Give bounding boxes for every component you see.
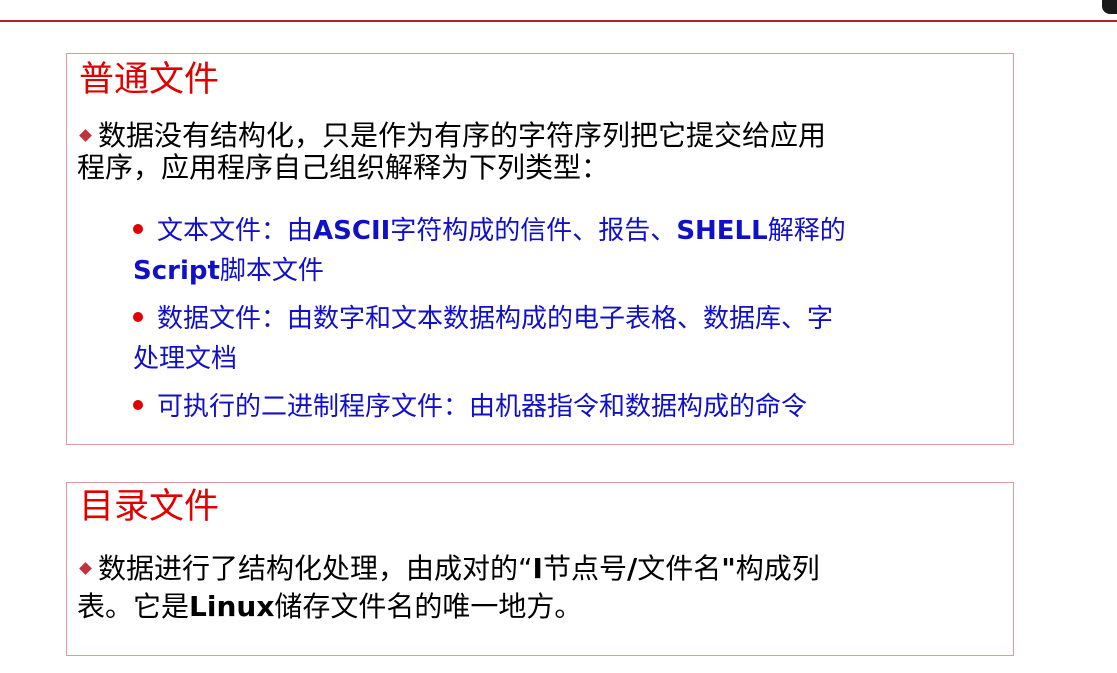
regular-files-description-line-2: 程序，应用程序自己组织解释为下列类型：: [77, 151, 610, 184]
directory-files-description-line-2: 表。它是Linux储存文件名的唯一地方。: [77, 590, 583, 623]
directory-files-box: 目录文件 数据进行了结构化处理，由成对的“I节点号/文件名"构成列 表。它是Li…: [66, 482, 1014, 656]
red-dot-bullet-icon: [133, 400, 143, 410]
directory-files-description-line-1: 数据进行了结构化处理，由成对的“I节点号/文件名"构成列: [77, 553, 820, 585]
regular-files-title: 普通文件: [79, 60, 220, 100]
header-rule: [0, 20, 1117, 22]
list-item-text-files-line-2: Script脚本文件: [133, 256, 324, 286]
list-item-text-files-line-1: 文本文件：由ASCII字符构成的信件、报告、SHELL解释的: [133, 214, 846, 248]
regular-files-description-line-1: 数据没有结构化，只是作为有序的字符序列把它提交给应用: [77, 120, 826, 152]
directory-files-title: 目录文件: [79, 487, 220, 527]
diamond-bullet-icon: [79, 128, 92, 142]
red-dot-bullet-icon: [133, 312, 143, 322]
list-item-executable-files: 可执行的二进制程序文件：由机器指令和数据构成的命令: [133, 390, 807, 424]
diamond-bullet-icon: [79, 561, 92, 575]
regular-files-box: 普通文件 数据没有结构化，只是作为有序的字符序列把它提交给应用 程序，应用程序自…: [66, 53, 1014, 445]
red-dot-bullet-icon: [133, 224, 143, 234]
corner-logo-fragment: [1102, 0, 1117, 14]
list-item-data-files-line-1: 数据文件：由数字和文本数据构成的电子表格、数据库、字: [133, 302, 833, 336]
list-item-data-files-line-2: 处理文档: [133, 344, 238, 374]
